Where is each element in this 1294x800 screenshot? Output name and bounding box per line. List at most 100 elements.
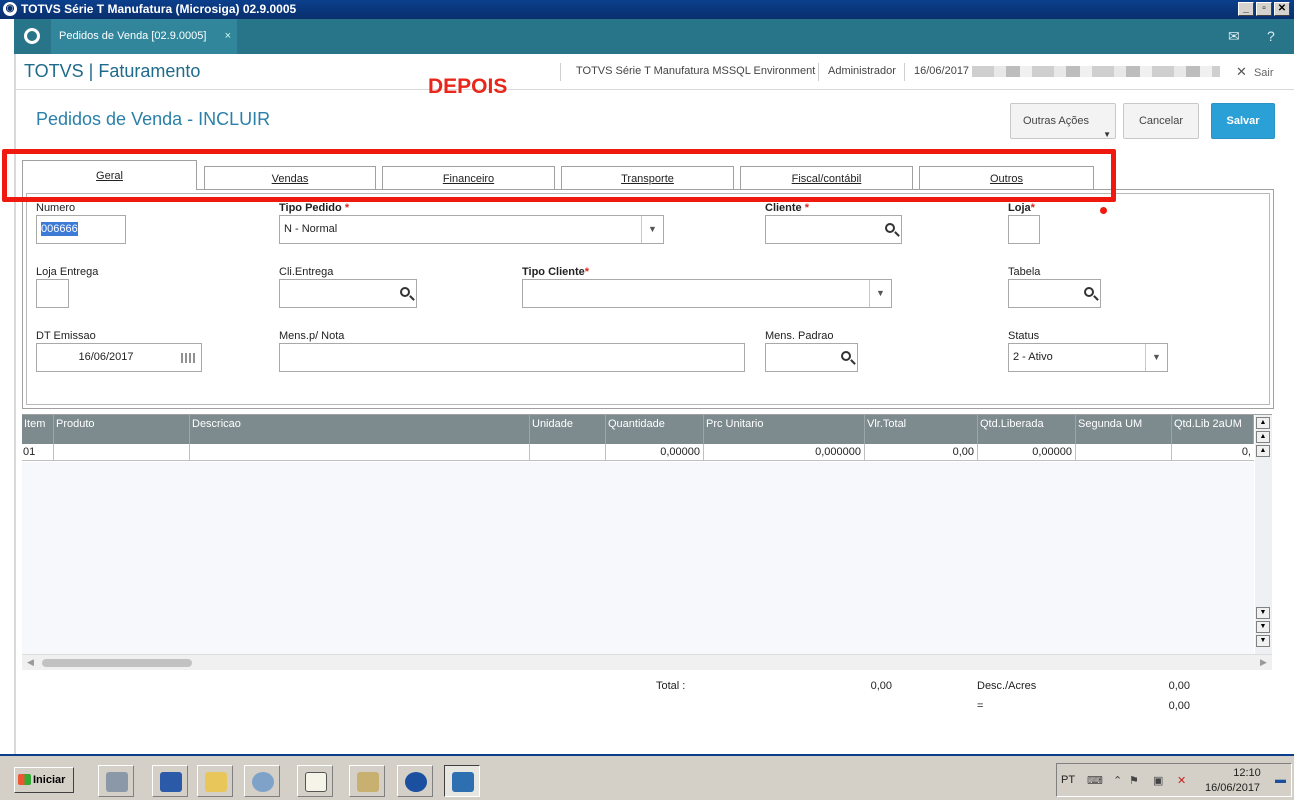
- scroll-bottom-icon[interactable]: ▼: [1256, 635, 1270, 647]
- cell-produto[interactable]: [54, 444, 190, 461]
- horizontal-scrollbar[interactable]: ◀ ▶: [22, 654, 1272, 670]
- app-tabstrip: Pedidos de Venda [02.9.0005] × ✉ ?: [14, 19, 1294, 54]
- volume-muted-icon[interactable]: ✕: [1177, 774, 1186, 787]
- total-value: 0,00: [870, 680, 892, 692]
- col-quantidade[interactable]: Quantidade: [606, 415, 704, 444]
- tab-transporte[interactable]: Transporte: [561, 166, 734, 189]
- cell-qtd-lib-2aum[interactable]: 0,: [1172, 444, 1254, 461]
- keyboard-icon[interactable]: ⌨: [1087, 774, 1103, 787]
- cli-entrega-label: Cli.Entrega: [279, 266, 334, 278]
- cell-prc-unitario[interactable]: 0,000000: [704, 444, 865, 461]
- flag-icon[interactable]: ⚑: [1129, 774, 1139, 787]
- col-unidade[interactable]: Unidade: [530, 415, 606, 444]
- search-icon[interactable]: [841, 351, 851, 361]
- chevron-down-icon[interactable]: ▼: [869, 280, 891, 307]
- chevron-down-icon[interactable]: ▼: [1145, 344, 1167, 371]
- cell-vlr-total[interactable]: 0,00: [865, 444, 978, 461]
- col-segunda-um[interactable]: Segunda UM: [1076, 415, 1172, 444]
- numero-label: Numero: [36, 202, 76, 214]
- tab-vendas[interactable]: Vendas: [204, 166, 376, 189]
- col-qtd-liberada[interactable]: Qtd.Liberada: [978, 415, 1076, 444]
- cell-segunda-um[interactable]: [1076, 444, 1172, 461]
- smartclient-icon[interactable]: [444, 765, 480, 797]
- tipo-cliente-select[interactable]: ▼: [522, 279, 892, 308]
- maximize-button[interactable]: ▫: [1256, 2, 1272, 16]
- col-prc-unitario[interactable]: Prc Unitario: [704, 415, 865, 444]
- language-indicator[interactable]: PT: [1061, 774, 1075, 786]
- tab-geral[interactable]: Geral: [22, 160, 197, 190]
- cell-descricao[interactable]: [190, 444, 530, 461]
- totvs-logo-icon: ◉: [3, 2, 17, 16]
- calendar-icon[interactable]: [181, 353, 195, 363]
- close-window-button[interactable]: ✕: [1274, 2, 1290, 16]
- cliente-field[interactable]: [765, 215, 902, 244]
- numero-field[interactable]: 006666: [36, 215, 126, 244]
- scroll-right-icon[interactable]: ▶: [1260, 657, 1267, 668]
- loja-field[interactable]: [1008, 215, 1040, 244]
- show-hidden-icons-icon[interactable]: ⌃: [1113, 774, 1122, 787]
- powershell-icon[interactable]: [152, 765, 188, 797]
- user-label: Administrador: [828, 65, 896, 77]
- scroll-up-icon[interactable]: ▲: [1256, 445, 1270, 457]
- vertical-scrollbar[interactable]: ▲ ▲ ▲ ▼ ▼ ▼: [1255, 415, 1272, 654]
- tabela-field[interactable]: [1008, 279, 1101, 308]
- chevron-down-icon[interactable]: ▼: [641, 216, 663, 243]
- scroll-thumb[interactable]: [42, 659, 192, 667]
- mens-nota-label: Mens.p/ Nota: [279, 330, 345, 342]
- cell-item[interactable]: 01: [22, 444, 54, 461]
- loja-entrega-field[interactable]: [36, 279, 69, 308]
- cell-unidade[interactable]: [530, 444, 606, 461]
- cell-quantidade[interactable]: 0,00000: [606, 444, 704, 461]
- mail-icon[interactable]: ✉: [1228, 28, 1240, 45]
- tab-pedidos-de-venda[interactable]: Pedidos de Venda [02.9.0005] ×: [51, 19, 237, 54]
- tipo-pedido-select[interactable]: N - Normal ▼: [279, 215, 664, 244]
- divider: [818, 63, 819, 81]
- home-icon[interactable]: [24, 28, 40, 44]
- show-desktop-icon[interactable]: ▬: [1275, 774, 1286, 786]
- scroll-top-icon[interactable]: ▲: [1256, 417, 1270, 429]
- explorer-folder-icon[interactable]: [197, 765, 233, 797]
- settings-gear-icon[interactable]: [244, 765, 280, 797]
- cli-entrega-field[interactable]: [279, 279, 417, 308]
- col-produto[interactable]: Produto: [54, 415, 190, 444]
- status-select[interactable]: 2 - Ativo ▼: [1008, 343, 1168, 372]
- clock-date[interactable]: 16/06/2017: [1205, 782, 1260, 794]
- save-button[interactable]: Salvar: [1211, 103, 1275, 139]
- search-icon[interactable]: [1084, 287, 1094, 297]
- minimize-button[interactable]: _: [1238, 2, 1254, 16]
- scroll-down-icon[interactable]: ▼: [1256, 607, 1270, 619]
- network-icon[interactable]: ▣: [1153, 774, 1163, 787]
- chart-app-icon[interactable]: [297, 765, 333, 797]
- outras-acoes-button[interactable]: Outras Ações ▼: [1010, 103, 1116, 139]
- search-icon[interactable]: [400, 287, 410, 297]
- col-descricao[interactable]: Descricao: [190, 415, 530, 444]
- tools-icon[interactable]: [349, 765, 385, 797]
- chevron-down-icon: ▼: [1103, 130, 1111, 139]
- scroll-page-down-icon[interactable]: ▼: [1256, 621, 1270, 633]
- col-item[interactable]: Item: [22, 415, 54, 444]
- system-tray: PT ⌨ ⌃ ⚑ ▣ ✕ 12:10 16/06/2017 ▬: [1056, 763, 1292, 797]
- table-row[interactable]: 01 0,00000 0,000000 0,00 0,00000 0,: [22, 444, 1254, 461]
- grid-body[interactable]: [22, 462, 1254, 654]
- mens-nota-field[interactable]: [279, 343, 745, 372]
- marker-dot: [1100, 207, 1107, 214]
- cell-qtd-liberada[interactable]: 0,00000: [978, 444, 1076, 461]
- cancel-button[interactable]: Cancelar: [1123, 103, 1199, 139]
- help-icon[interactable]: ?: [1267, 28, 1275, 44]
- logout-button[interactable]: ✕ Sair: [1236, 64, 1274, 80]
- mens-padrao-field[interactable]: [765, 343, 858, 372]
- server-manager-icon[interactable]: [98, 765, 134, 797]
- scroll-left-icon[interactable]: ◀: [27, 657, 34, 668]
- col-qtd-lib-2aum[interactable]: Qtd.Lib 2aUM: [1172, 415, 1254, 444]
- clock-time[interactable]: 12:10: [1225, 767, 1269, 779]
- close-tab-icon[interactable]: ×: [225, 19, 231, 54]
- tab-outros[interactable]: Outros: [919, 166, 1094, 189]
- col-vlr-total[interactable]: Vlr.Total: [865, 415, 978, 444]
- dev-studio-icon[interactable]: [397, 765, 433, 797]
- dt-emissao-field[interactable]: 16/06/2017: [36, 343, 202, 372]
- tab-financeiro[interactable]: Financeiro: [382, 166, 555, 189]
- tab-fiscal-contabil[interactable]: Fiscal/contábil: [740, 166, 913, 189]
- scroll-page-up-icon[interactable]: ▲: [1256, 431, 1270, 443]
- start-button[interactable]: Iniciar: [14, 767, 74, 793]
- search-icon[interactable]: [885, 223, 895, 233]
